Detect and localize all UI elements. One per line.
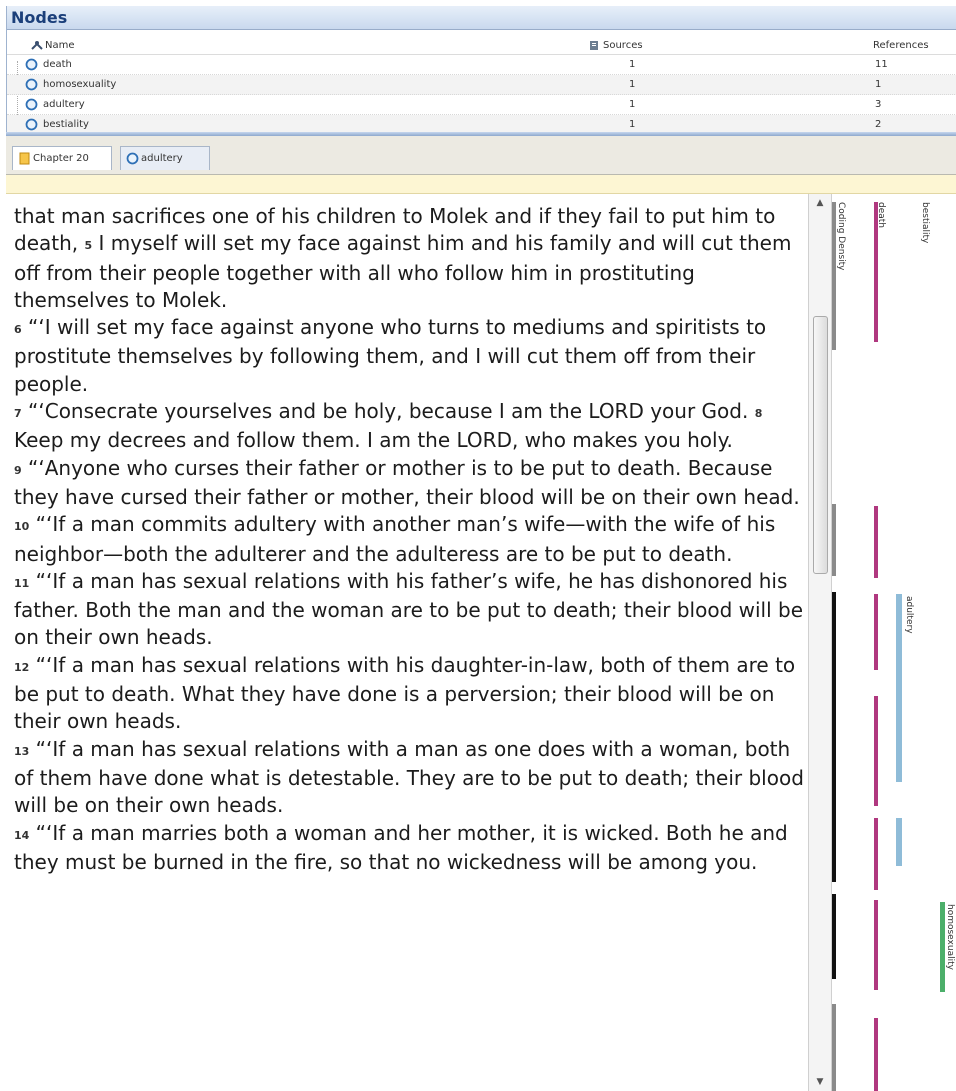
tab-label: adultery	[141, 153, 183, 164]
paragraph-text: “‘Anyone who curses their father or moth…	[14, 455, 800, 509]
verse-number: 10	[14, 520, 30, 534]
death-coding-stripe[interactable]	[874, 696, 878, 806]
coding-density-stripe[interactable]	[832, 894, 836, 979]
node-circle-icon	[126, 152, 139, 165]
paragraph-text: I myself will set my face against him an…	[14, 231, 792, 312]
nvivo-window: Nodes Name Sources References death 1 11	[0, 0, 956, 1091]
coding-density-stripe[interactable]	[832, 592, 836, 882]
verse-number: 13	[14, 744, 30, 758]
death-coding-stripe[interactable]	[874, 594, 878, 670]
verse-number: 11	[14, 576, 30, 590]
paragraph: that man sacrifices one of his children …	[14, 203, 804, 314]
sources-icon	[590, 41, 598, 50]
verse-number: 12	[14, 660, 30, 674]
node-sources-count: 1	[629, 99, 636, 110]
tab-label: Chapter 20	[33, 153, 89, 164]
node-sources-count: 1	[629, 79, 636, 90]
info-bar	[6, 175, 956, 194]
paragraph: 10 “‘If a man commits adultery with anot…	[14, 511, 804, 568]
paragraph-text: “‘If a man has sexual relations with a m…	[14, 736, 804, 818]
verse-number: 14	[14, 828, 30, 842]
scroll-down-icon[interactable]: ▼	[809, 1073, 831, 1091]
death-coding-stripe[interactable]	[874, 506, 878, 578]
death-coding-stripe[interactable]	[874, 900, 878, 990]
node-row-homosexuality[interactable]: homosexuality 1 1	[7, 75, 956, 95]
adultery-coding-stripe[interactable]	[896, 818, 902, 866]
adultery-coding-stripe[interactable]	[896, 594, 902, 782]
node-circle-icon	[25, 78, 38, 91]
nodes-panel: Nodes Name Sources References death 1 11	[6, 6, 956, 135]
document-icon	[19, 152, 30, 165]
node-tree-icon	[31, 41, 43, 50]
nodes-panel-title: Nodes	[7, 6, 956, 30]
coding-stripes-panel: Coding Density death bestiality adultery…	[832, 194, 956, 1091]
node-references-count: 1	[875, 79, 882, 90]
verse-number: 6	[14, 323, 22, 337]
paragraph-text: “‘If a man marries both a woman and her …	[14, 820, 788, 874]
verse-number: 5	[84, 239, 93, 253]
verse-number: 8	[754, 407, 763, 421]
node-circle-icon	[25, 118, 38, 131]
stripe-label-homosexuality: homosexuality	[945, 904, 955, 970]
death-coding-stripe[interactable]	[874, 202, 878, 342]
column-header-sources[interactable]: Sources	[603, 37, 643, 54]
verse-number: 7	[14, 407, 22, 421]
document-tab-bar: Chapter 20 adultery	[6, 136, 956, 175]
node-references-count: 11	[875, 59, 888, 70]
node-sources-count: 1	[629, 59, 636, 70]
node-row-death[interactable]: death 1 11	[7, 55, 956, 75]
paragraph-text: Keep my decrees and follow them. I am th…	[14, 428, 733, 453]
document-text: that man sacrifices one of his children …	[14, 203, 804, 876]
scrollbar-thumb[interactable]	[813, 316, 828, 574]
coding-density-stripe[interactable]	[832, 202, 836, 350]
paragraph-text: “‘If a man has sexual relations with his…	[14, 652, 796, 734]
stripe-label-adultery: adultery	[904, 596, 914, 634]
paragraph: 14 “‘If a man marries both a woman and h…	[14, 820, 804, 877]
column-header-name[interactable]: Name	[45, 37, 75, 54]
document-scrollbar[interactable]: ▲ ▼	[808, 194, 832, 1091]
tab-chapter-20[interactable]: Chapter 20	[12, 146, 112, 170]
node-row-adultery[interactable]: adultery 1 3	[7, 95, 956, 115]
scroll-up-icon[interactable]: ▲	[809, 194, 831, 212]
paragraph-text: “‘I will set my face against anyone who …	[14, 315, 767, 396]
death-coding-stripe[interactable]	[874, 818, 878, 890]
node-name: adultery	[43, 99, 85, 110]
tab-adultery[interactable]: adultery	[120, 146, 210, 170]
paragraph-text: “‘Consecrate yourselves and be holy, bec…	[28, 399, 755, 424]
nodes-grid-header: Name Sources References	[7, 37, 956, 55]
death-coding-stripe[interactable]	[874, 1018, 878, 1091]
stripe-label-bestiality: bestiality	[920, 202, 930, 244]
node-name: death	[43, 59, 72, 70]
paragraph-text: “‘If a man has sexual relations with his…	[14, 568, 804, 650]
paragraph: 12 “‘If a man has sexual relations with …	[14, 652, 804, 736]
node-circle-icon	[25, 98, 38, 111]
node-references-count: 3	[875, 99, 882, 110]
paragraph: 9 “‘Anyone who curses their father or mo…	[14, 455, 804, 512]
paragraph-text: “‘If a man commits adultery with another…	[14, 512, 776, 566]
coding-density-stripe[interactable]	[832, 1004, 836, 1091]
paragraph: 7 “‘Consecrate yourselves and be holy, b…	[14, 398, 804, 455]
node-circle-icon	[25, 58, 38, 71]
verse-number: 9	[14, 463, 22, 477]
column-header-references[interactable]: References	[873, 37, 929, 54]
node-name: homosexuality	[43, 79, 117, 90]
paragraph: 13 “‘If a man has sexual relations with …	[14, 736, 804, 820]
paragraph: 11 “‘If a man has sexual relations with …	[14, 568, 804, 652]
document-view[interactable]: that man sacrifices one of his children …	[6, 194, 819, 1091]
stripe-label-coding-density: Coding Density	[836, 202, 846, 271]
coding-density-stripe[interactable]	[832, 504, 836, 576]
paragraph: 6 “‘I will set my face against anyone wh…	[14, 314, 804, 398]
